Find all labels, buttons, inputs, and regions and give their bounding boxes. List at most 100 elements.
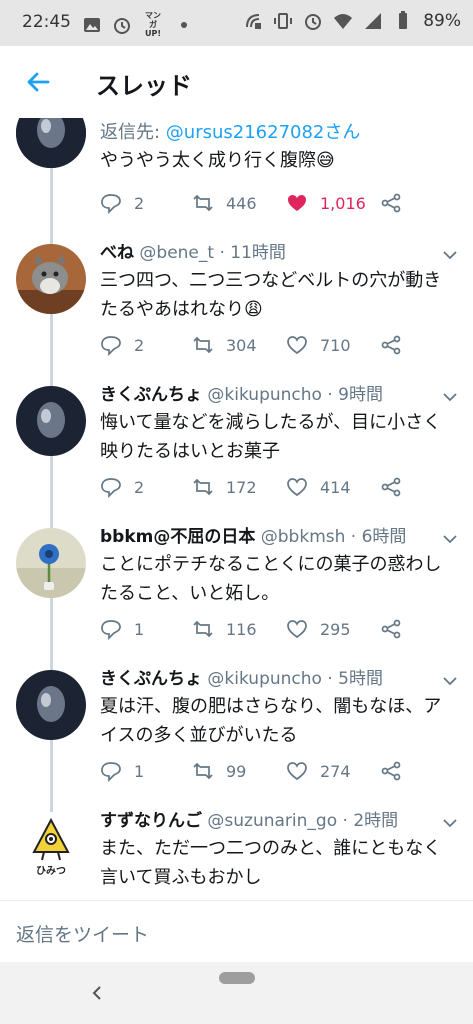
battery-icon [399, 11, 408, 29]
reply-count: 2 [134, 335, 145, 355]
avatar[interactable]: ひみつ [16, 812, 86, 882]
reply-count: 1 [134, 761, 145, 781]
avatar[interactable] [16, 118, 86, 168]
tweet[interactable]: きくぷんちょ @kikupuncho · 5時間 夏は汗、腹の肥はさらなり、闇も… [0, 668, 473, 808]
avatar-caption: ひみつ [36, 866, 66, 877]
retweet-button[interactable]: 99 [192, 760, 246, 782]
reply-icon [101, 478, 121, 498]
tweet[interactable]: べね @bene_t · 11時間 三つ四つ、二つ三つなどベルトの穴が動きたるや… [0, 242, 473, 382]
reply-to-line: 返信先: @ursus21627082さん [100, 122, 457, 144]
retweet-count: 172 [226, 477, 257, 497]
like-button[interactable]: 274 [286, 760, 351, 782]
back-arrow-icon[interactable] [24, 68, 52, 96]
battery-level: 89% [423, 11, 461, 31]
nfc-icon [246, 14, 262, 29]
signal-icon [365, 13, 382, 29]
like-count: 295 [320, 619, 351, 639]
tweet-text: 三つ四つ、二つ三つなどベルトの穴が動きたるやあはれなり😩 [100, 270, 442, 320]
share-button[interactable] [380, 760, 402, 782]
display-name[interactable]: きくぷんちょ [100, 669, 202, 689]
share-button[interactable] [380, 476, 402, 498]
display-name[interactable]: bbkm@不屈の日本 [100, 527, 255, 547]
retweet-button[interactable]: 172 [192, 476, 257, 498]
retweet-icon [193, 762, 213, 780]
handle-and-time: @kikupuncho · 9時間 [207, 385, 383, 405]
tweet-text: 夏は汗、腹の肥はさらなり、闇もなほ、アイスの多く並びがいたる [100, 696, 442, 746]
reply-button[interactable]: 1 [100, 760, 144, 782]
tweet-text: 悔いて量などを減らしたるが、目に小さく映りたるはいとお菓子 [100, 412, 442, 462]
tweet-header: すずなりんご @suzunarin_go · 2時間 [100, 810, 457, 832]
handle-and-time: @kikupuncho · 5時間 [207, 669, 383, 689]
retweet-button[interactable]: 446 [192, 192, 257, 214]
retweet-icon [193, 336, 213, 354]
handle-and-time: @bbkmsh · 6時間 [260, 527, 407, 547]
retweet-button[interactable]: 304 [192, 334, 257, 356]
retweet-count: 99 [226, 761, 247, 781]
reply-button[interactable]: 1 [100, 618, 144, 640]
manga-app-icon: マンガ UP! [144, 11, 161, 38]
reply-compose-bar[interactable]: 返信をツイート [0, 900, 473, 962]
reply-input[interactable]: 返信をツイート [16, 920, 149, 947]
tweet-header: べね @bene_t · 11時間 [100, 242, 457, 264]
heart-icon [287, 620, 307, 639]
tweet-header: きくぷんちょ @kikupuncho · 5時間 [100, 668, 457, 690]
chevron-down-icon[interactable] [441, 388, 459, 406]
retweet-icon [193, 478, 213, 496]
like-button[interactable]: 1,016 [286, 192, 366, 214]
page-title: スレッド [96, 72, 192, 100]
retweet-icon [193, 620, 213, 638]
reply-icon [101, 194, 121, 214]
tweet[interactable]: bbkm@不屈の日本 @bbkmsh · 6時間 ことにポテチなることくにの菓子… [0, 526, 473, 666]
handle-and-time: @bene_t · 11時間 [139, 243, 286, 263]
reply-to-link[interactable]: @ursus21627082さん [166, 122, 361, 143]
like-count: 1,016 [320, 193, 366, 213]
retweet-icon [193, 194, 213, 212]
retweet-count: 446 [226, 193, 257, 213]
like-count: 414 [320, 477, 351, 497]
chevron-down-icon[interactable] [441, 672, 459, 690]
tweet-header: bbkm@不屈の日本 @bbkmsh · 6時間 [100, 526, 457, 548]
reply-to-label: 返信先: [100, 122, 166, 143]
display-name[interactable]: きくぷんちょ [100, 385, 202, 405]
avatar[interactable] [16, 528, 86, 598]
reply-button[interactable]: 2 [100, 334, 144, 356]
handle-and-time: @suzunarin_go · 2時間 [207, 811, 399, 831]
reply-count: 2 [134, 193, 145, 213]
tweet[interactable]: 返信先: @ursus21627082さん やうやう太く成り行く腹際😅 2 44… [0, 118, 473, 238]
share-button[interactable] [380, 334, 402, 356]
home-pill[interactable] [219, 972, 255, 984]
alarm-icon [305, 14, 322, 30]
heart-icon [287, 478, 307, 497]
share-button[interactable] [380, 192, 402, 214]
tweet-text: また、ただ一つ二つのみと、誰にともなく言いて買ふもおかし [100, 838, 442, 888]
display-name[interactable]: すずなりんご [100, 811, 202, 831]
share-icon [381, 619, 401, 639]
wifi-icon [334, 14, 353, 29]
reply-button[interactable]: 2 [100, 476, 144, 498]
share-button[interactable] [380, 618, 402, 640]
like-button[interactable]: 295 [286, 618, 351, 640]
like-button[interactable]: 710 [286, 334, 351, 356]
chevron-down-icon[interactable] [441, 530, 459, 548]
reply-icon [101, 762, 121, 782]
retweet-count: 304 [226, 335, 257, 355]
tweet-text: やうやう太く成り行く腹際😅 [100, 150, 335, 171]
dot-icon [181, 21, 187, 28]
chevron-down-icon[interactable] [441, 246, 459, 264]
avatar[interactable] [16, 244, 86, 314]
retweet-button[interactable]: 116 [192, 618, 257, 640]
avatar[interactable] [16, 386, 86, 456]
tweet[interactable]: ひみつ すずなりんご @suzunarin_go · 2時間 また、ただ一つ二つ… [0, 810, 473, 900]
like-button[interactable]: 414 [286, 476, 351, 498]
reply-button[interactable]: 2 [100, 192, 144, 214]
tweet[interactable]: きくぷんちょ @kikupuncho · 9時間 悔いて量などを減らしたるが、目… [0, 384, 473, 524]
share-icon [381, 761, 401, 781]
chevron-down-icon[interactable] [441, 814, 459, 832]
nav-back-icon[interactable] [88, 982, 106, 1004]
reply-count: 1 [134, 619, 145, 639]
tweet-header: きくぷんちょ @kikupuncho · 9時間 [100, 384, 457, 406]
display-name[interactable]: べね [100, 243, 134, 263]
reply-icon [101, 620, 121, 640]
gallery-icon [84, 17, 100, 32]
avatar[interactable] [16, 670, 86, 740]
